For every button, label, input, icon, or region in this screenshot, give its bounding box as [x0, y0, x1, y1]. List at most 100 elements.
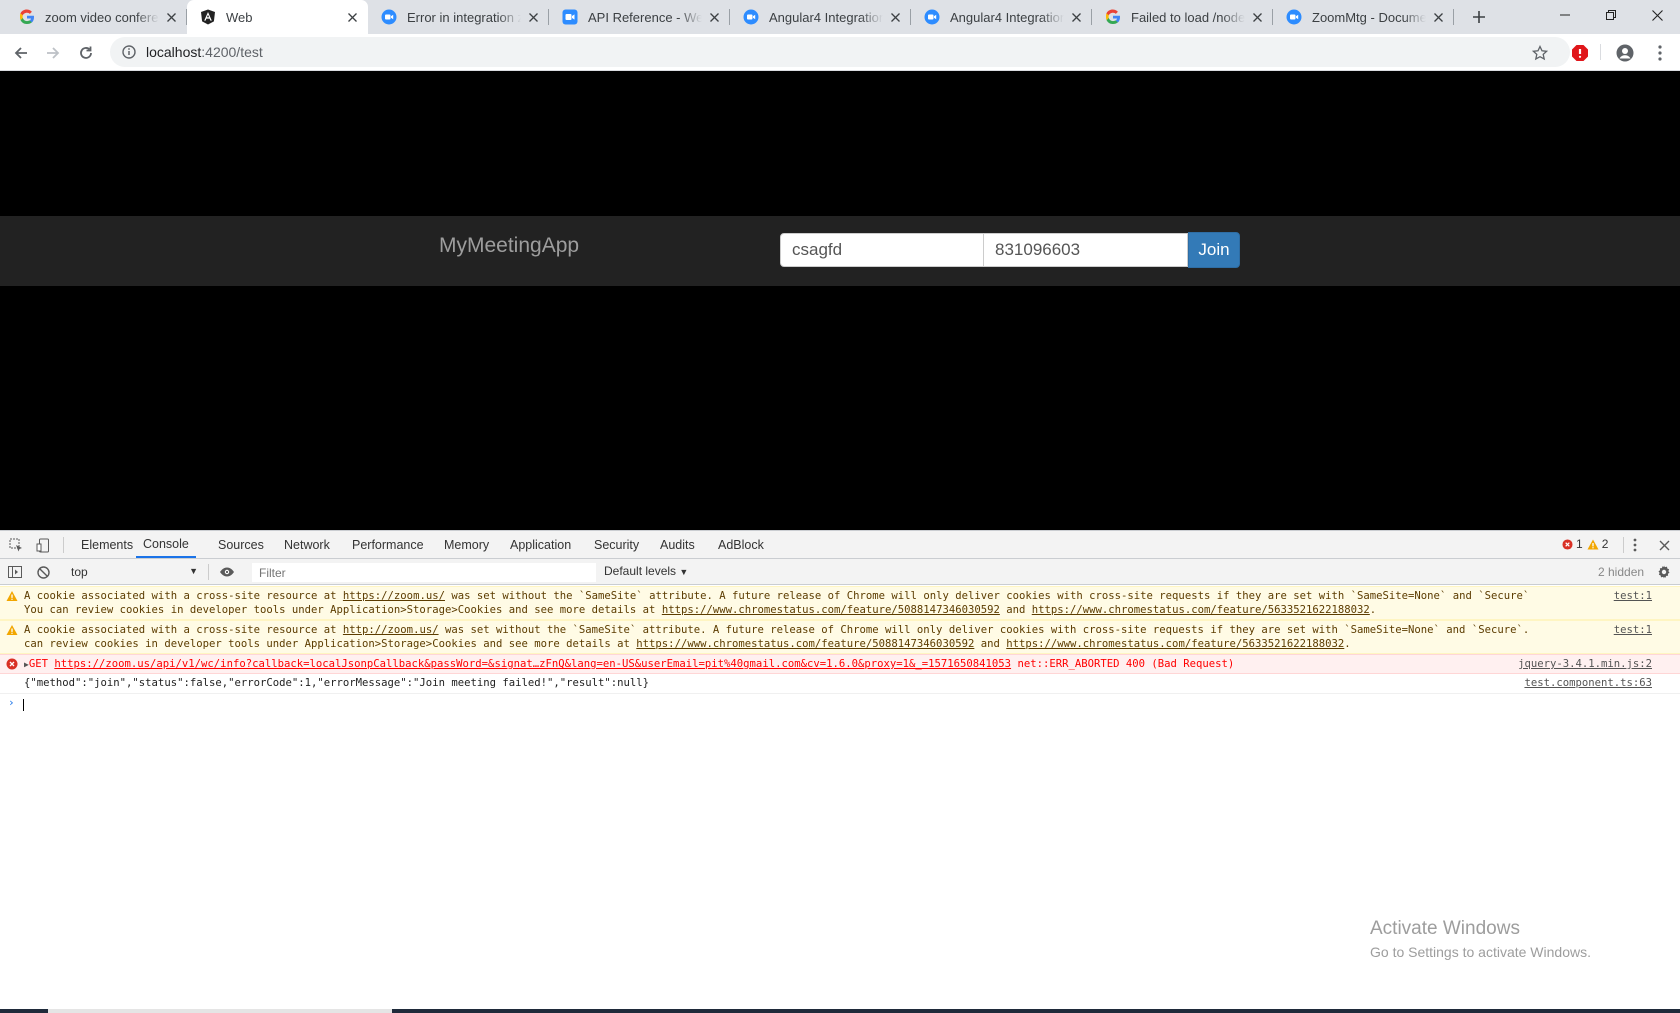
- more-vertical-icon: [1633, 538, 1637, 552]
- devtools-tab-security[interactable]: Security: [594, 531, 639, 558]
- browser-tab[interactable]: Failed to load /node_m: [1092, 0, 1273, 34]
- sidebar-icon: [8, 566, 22, 578]
- console-prompt[interactable]: ›: [0, 694, 1680, 714]
- text-cursor: [23, 699, 24, 711]
- message-line: A cookie associated with a cross-site re…: [24, 624, 1530, 636]
- device-toolbar-button[interactable]: [34, 536, 52, 554]
- browser-tab[interactable]: API Reference - Web S: [549, 0, 730, 34]
- google-icon: [1105, 9, 1121, 25]
- adblock-extension-button[interactable]: [1568, 41, 1592, 65]
- show-sidebar-button[interactable]: [6, 563, 24, 581]
- message-link[interactable]: https://www.chromestatus.com/feature/563…: [1006, 638, 1344, 650]
- app-brand[interactable]: MyMeetingApp: [439, 234, 579, 258]
- browser-tab[interactable]: Error in integration zo: [368, 0, 549, 34]
- message-source-link[interactable]: jquery-3.4.1.min.js:2: [1518, 657, 1652, 671]
- message-link[interactable]: https://www.chromestatus.com/feature/563…: [1032, 604, 1370, 616]
- warning-count: 2: [1601, 537, 1609, 551]
- devtools-tab-sources[interactable]: Sources: [218, 531, 264, 558]
- message-link[interactable]: https://www.chromestatus.com/feature/508…: [636, 638, 974, 650]
- devtools-tab-elements[interactable]: Elements: [81, 531, 133, 558]
- browser-menu-button[interactable]: [1648, 41, 1672, 65]
- message-link[interactable]: https://zoom.us/: [343, 590, 445, 602]
- close-icon: [709, 12, 719, 22]
- back-button[interactable]: [8, 40, 34, 66]
- tab-close-button[interactable]: [344, 9, 360, 25]
- browser-tab[interactable]: zoom video conferenc: [6, 0, 187, 34]
- browser-tab[interactable]: Web: [187, 0, 368, 34]
- message-source-link[interactable]: test:1: [1614, 589, 1652, 603]
- console-filter-input[interactable]: Filter: [252, 563, 596, 582]
- devtools-tab-audits[interactable]: Audits: [660, 531, 695, 558]
- star-icon: [1532, 45, 1548, 61]
- profile-button[interactable]: [1613, 41, 1637, 65]
- console-settings-button[interactable]: [1655, 563, 1673, 581]
- request-url-link[interactable]: https://zoom.us/api/v1/wc/info?callback=…: [54, 658, 1011, 670]
- tab-title: Angular4 Integration: [769, 9, 883, 25]
- tab-title: ZoomMtg - Documen: [1312, 9, 1426, 25]
- inspect-element-button[interactable]: [7, 536, 25, 554]
- bookmark-star-button[interactable]: [1528, 41, 1552, 65]
- message-line: {"method":"join","status":false,"errorCo…: [24, 677, 650, 689]
- tab-close-button[interactable]: [1249, 9, 1265, 25]
- message-link[interactable]: http://zoom.us/: [343, 624, 439, 636]
- eye-icon: [220, 567, 234, 577]
- issue-counts[interactable]: 1 2: [1562, 537, 1608, 551]
- address-bar[interactable]: localhost:4200/test: [110, 37, 1570, 67]
- close-window-button[interactable]: [1634, 0, 1680, 30]
- close-icon: [890, 12, 900, 22]
- tab-close-button[interactable]: [525, 9, 541, 25]
- minimize-icon: [1560, 14, 1570, 16]
- console-log: {"method":"join","status":false,"errorCo…: [0, 674, 1680, 694]
- message-line: A cookie associated with a cross-site re…: [24, 590, 1530, 602]
- clear-console-button[interactable]: [34, 563, 52, 581]
- adblock-icon: [1572, 45, 1588, 61]
- devtools-tab-network[interactable]: Network: [284, 531, 330, 558]
- join-button[interactable]: Join: [1188, 232, 1240, 268]
- browser-tab[interactable]: Angular4 Integration: [911, 0, 1092, 34]
- forward-button[interactable]: [40, 40, 66, 66]
- devtools-tab-performance[interactable]: Performance: [352, 531, 424, 558]
- tab-close-button[interactable]: [706, 9, 722, 25]
- meeting-number-input[interactable]: 831096603: [983, 233, 1188, 267]
- arrow-left-icon: [14, 47, 27, 59]
- devtools-tab-memory[interactable]: Memory: [444, 531, 489, 558]
- console-warning: A cookie associated with a cross-site re…: [0, 586, 1680, 620]
- zoom-icon: [1286, 9, 1302, 25]
- close-icon: [166, 12, 176, 22]
- message-source-link[interactable]: test.component.ts:63: [1524, 676, 1652, 690]
- close-icon: [1071, 12, 1081, 22]
- gear-icon: [1658, 565, 1670, 579]
- reload-icon: [80, 46, 92, 59]
- prompt-chevron-icon: ›: [8, 696, 15, 709]
- live-expression-button[interactable]: [218, 563, 236, 581]
- new-tab-button[interactable]: [1466, 5, 1492, 29]
- browser-tab[interactable]: ZoomMtg - Documen: [1273, 0, 1454, 34]
- restore-button[interactable]: [1588, 0, 1634, 30]
- log-levels-dropdown[interactable]: Default levels ▼: [604, 564, 688, 578]
- devtools-menu-button[interactable]: [1626, 536, 1644, 554]
- devtools-tabbar: Elements Console Sources Network Performance…: [0, 531, 1680, 559]
- warning-triangle-icon: [6, 591, 18, 601]
- tab-close-button[interactable]: [1068, 9, 1084, 25]
- minimize-button[interactable]: [1542, 0, 1588, 30]
- context-selector[interactable]: top ▼: [66, 563, 202, 581]
- devtools-tab-console[interactable]: Console: [136, 531, 196, 558]
- browser-tab[interactable]: Angular4 Integration: [730, 0, 911, 34]
- devtools-tab-application[interactable]: Application: [510, 531, 571, 558]
- tab-close-button[interactable]: [887, 9, 903, 25]
- block-icon: [36, 565, 50, 579]
- tab-close-button[interactable]: [163, 9, 179, 25]
- message-source-link[interactable]: test:1: [1614, 623, 1652, 637]
- tab-close-button[interactable]: [1430, 9, 1446, 25]
- close-devtools-button[interactable]: [1655, 536, 1673, 554]
- dropdown-arrow-icon: ▼: [189, 566, 198, 576]
- angular-icon: [200, 9, 216, 25]
- message-link[interactable]: https://www.chromestatus.com/feature/508…: [662, 604, 1000, 616]
- devtools-tab-adblock[interactable]: AdBlock: [718, 531, 764, 558]
- tab-title: Angular4 Integration: [950, 9, 1064, 25]
- reload-button[interactable]: [73, 40, 99, 66]
- name-input[interactable]: csagfd: [780, 233, 984, 267]
- tab-title: Error in integration zo: [407, 9, 521, 25]
- browser-toolbar: localhost:4200/test: [0, 34, 1680, 71]
- tab-title: zoom video conferenc: [45, 9, 159, 25]
